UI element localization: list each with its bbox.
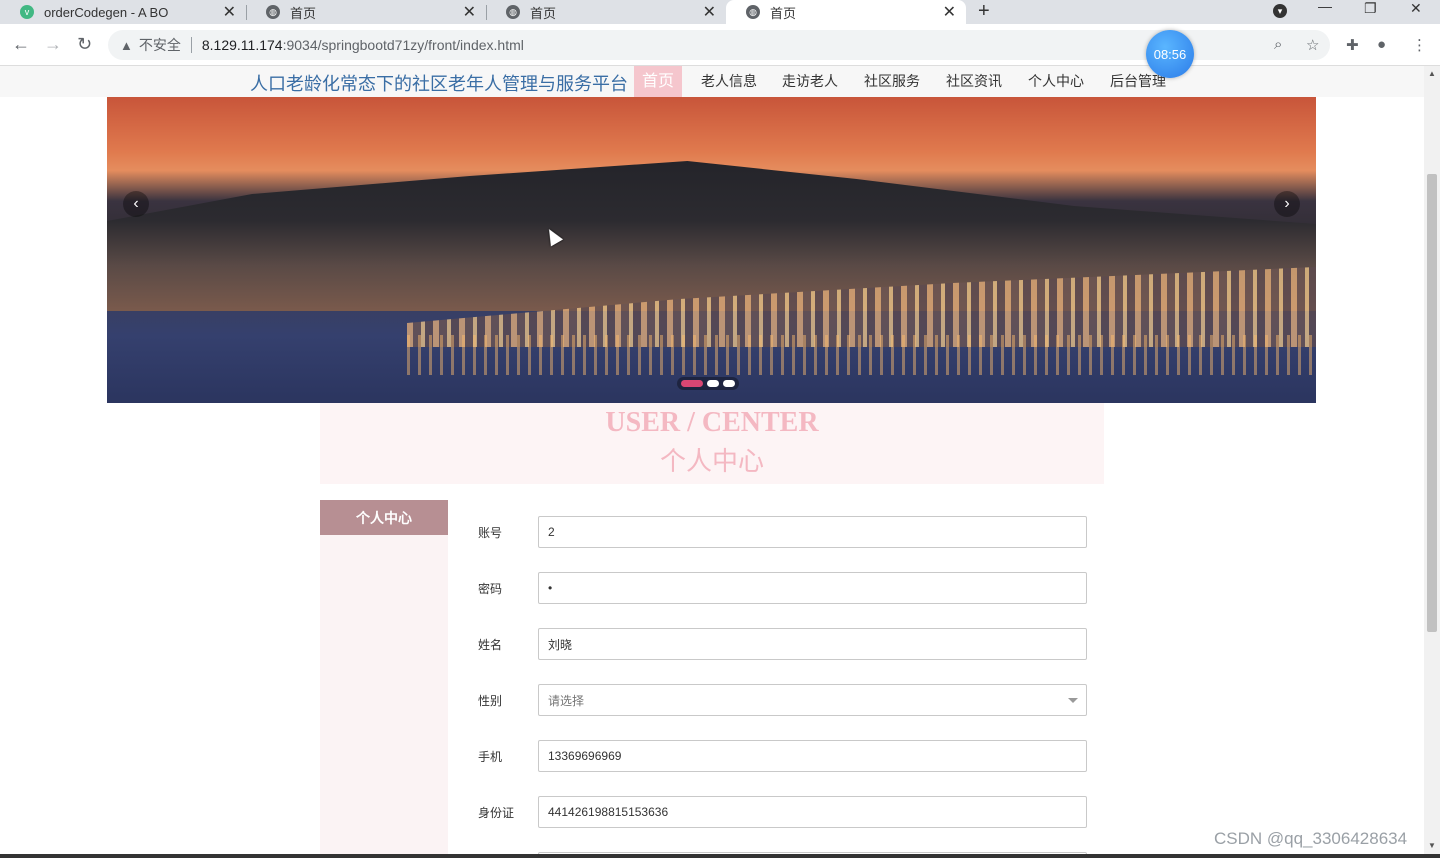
gender-placeholder: 请选择 xyxy=(548,693,585,708)
phone-label: 手机 xyxy=(478,750,503,764)
browser-tab-4-active[interactable]: ◍ 首页 ✕ xyxy=(726,0,966,24)
user-center-title-cn: 个人中心 xyxy=(659,447,764,476)
security-label[interactable]: 不安全 xyxy=(139,35,181,55)
url-host: 8.129.11.174 xyxy=(201,37,283,53)
carousel-dot-2[interactable] xyxy=(707,380,719,387)
chevron-down-icon xyxy=(1068,698,1078,703)
tab-search-icon[interactable]: ▾ xyxy=(1273,4,1287,18)
browser-toolbar: ← → ↻ ▲ 不安全 8.129.11.174:9034/springboot… xyxy=(0,24,1440,66)
carousel-prev-button[interactable]: ‹ xyxy=(123,191,149,217)
name-label: 姓名 xyxy=(478,638,503,652)
close-icon[interactable]: ✕ xyxy=(943,2,956,22)
form-row-password: 密码 xyxy=(478,572,1088,604)
back-icon[interactable]: ← xyxy=(12,34,30,55)
close-icon[interactable]: ✕ xyxy=(463,2,476,22)
url-path: :9034/springbootd71zy/front/index.html xyxy=(282,37,524,53)
nav-elder-info[interactable]: 老人信息 xyxy=(682,66,769,97)
url-divider xyxy=(190,37,192,53)
password-input[interactable] xyxy=(538,572,1087,604)
carousel-dot-1[interactable] xyxy=(681,380,703,387)
scroll-down-icon[interactable]: ▼ xyxy=(1428,841,1436,850)
form-row-name: 姓名 xyxy=(478,628,1088,660)
account-label: 账号 xyxy=(478,526,503,540)
form-row-gender: 性别 请选择 xyxy=(478,684,1088,716)
browser-tab-bar: v orderCodegen - A BO ✕ ◍ 首页 ✕ ◍ 首页 ✕ ◍ … xyxy=(0,0,1440,24)
site-header: 人口老龄化常态下的社区老年人管理与服务平台 首页 老人信息 走访老人 社区服务 … xyxy=(0,66,1424,97)
tab-title: orderCodegen - A BO xyxy=(44,4,169,20)
name-input[interactable] xyxy=(538,628,1087,660)
carousel-next-button[interactable]: › xyxy=(1274,191,1300,217)
gender-select[interactable]: 请选择 xyxy=(538,684,1087,716)
form-row-id-card: 身份证 xyxy=(478,796,1088,828)
user-center-header: USER / CENTER 个人中心 xyxy=(320,403,1104,484)
account-input[interactable] xyxy=(538,516,1087,548)
carousel-indicators xyxy=(677,377,739,390)
restore-icon[interactable]: ❐ xyxy=(1364,0,1377,17)
banner-image-reflections xyxy=(407,335,1316,375)
page-scrollbar[interactable]: ▲ ▼ xyxy=(1424,66,1440,854)
form-row-phone: 手机 xyxy=(478,740,1088,772)
menu-kebab-icon[interactable]: ⋮ xyxy=(1412,36,1427,54)
site-title: 人口老龄化常态下的社区老年人管理与服务平台 xyxy=(250,74,628,94)
main-nav: 首页 老人信息 走访老人 社区服务 社区资讯 个人中心 后台管理 xyxy=(634,66,1179,97)
nav-home[interactable]: 首页 xyxy=(634,66,683,97)
nav-community-news[interactable]: 社区资讯 xyxy=(933,66,1015,97)
user-center-sidebar: 个人中心 xyxy=(320,500,448,854)
profile-icon[interactable]: ● xyxy=(1377,36,1386,53)
page-viewport: 人口老龄化常态下的社区老年人管理与服务平台 首页 老人信息 走访老人 社区服务 … xyxy=(0,66,1424,854)
scroll-up-icon[interactable]: ▲ xyxy=(1428,69,1436,78)
phone-input[interactable] xyxy=(538,740,1087,772)
id-card-label: 身份证 xyxy=(478,806,515,820)
scrollbar-thumb[interactable] xyxy=(1427,174,1437,632)
taskbar-edge xyxy=(0,854,1440,858)
browser-tab-2[interactable]: ◍ 首页 ✕ xyxy=(246,0,486,24)
window-close-icon[interactable]: ✕ xyxy=(1410,0,1422,17)
form-row-account: 账号 xyxy=(478,516,1088,548)
nav-user-center[interactable]: 个人中心 xyxy=(1015,66,1097,97)
timer-badge[interactable]: 08:56 xyxy=(1146,30,1194,78)
reload-icon[interactable]: ↻ xyxy=(77,34,92,55)
url-text[interactable]: 8.129.11.174:9034/springbootd71zy/front/… xyxy=(202,37,524,53)
browser-tab-1[interactable]: v orderCodegen - A BO ✕ xyxy=(0,0,246,24)
password-label: 密码 xyxy=(478,582,503,596)
carousel-banner[interactable]: ‹ › xyxy=(107,97,1316,403)
extensions-icon[interactable]: ✚ xyxy=(1346,36,1359,54)
forward-icon[interactable]: → xyxy=(44,34,62,55)
minimize-icon[interactable]: — xyxy=(1318,0,1332,14)
gender-label: 性别 xyxy=(478,694,503,708)
new-tab-icon[interactable]: + xyxy=(978,0,990,23)
warning-icon[interactable]: ▲ xyxy=(120,38,133,53)
zoom-icon[interactable]: ⌕ xyxy=(1274,36,1282,53)
user-center-title-en: USER / CENTER xyxy=(605,407,819,438)
id-card-input[interactable] xyxy=(538,796,1087,828)
carousel-dot-3[interactable] xyxy=(723,380,735,387)
tab-title: 首页 xyxy=(530,5,557,21)
nav-visit-elder[interactable]: 走访老人 xyxy=(769,66,851,97)
nav-community-service[interactable]: 社区服务 xyxy=(851,66,933,97)
tab-title: 首页 xyxy=(770,5,797,21)
close-icon[interactable]: ✕ xyxy=(703,2,716,22)
globe-icon: ◍ xyxy=(506,5,520,19)
globe-icon: ◍ xyxy=(266,5,280,19)
tab-title: 首页 xyxy=(290,5,317,21)
browser-tab-3[interactable]: ◍ 首页 ✕ xyxy=(486,0,726,24)
bookmark-star-icon[interactable]: ☆ xyxy=(1306,36,1319,54)
globe-icon: ◍ xyxy=(746,5,760,19)
csdn-watermark: CSDN @qq_3306428634 xyxy=(1214,829,1408,848)
close-icon[interactable]: ✕ xyxy=(223,2,236,22)
sidebar-item-user-center[interactable]: 个人中心 xyxy=(320,500,448,535)
vue-icon: v xyxy=(20,5,34,19)
